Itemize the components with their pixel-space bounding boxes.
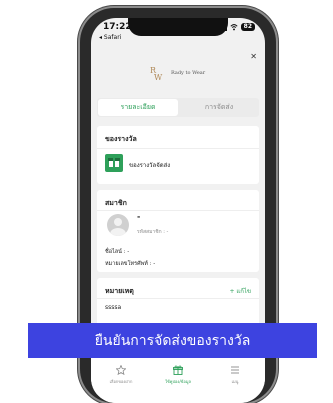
star-icon bbox=[116, 365, 126, 375]
confirm-delivery-banner: ยืนยันการจัดส่งของรางวัล bbox=[28, 323, 317, 358]
note-section-title: หมายเหตุ bbox=[105, 287, 134, 295]
stage: 17:22 ◂ Safari 82 ✕ R W Rady to Wear ราย… bbox=[0, 0, 333, 403]
reward-icon bbox=[105, 154, 123, 172]
divider bbox=[97, 148, 259, 149]
tabbar-item-menu[interactable]: เมนู bbox=[215, 365, 255, 385]
reward-card: ของรางวัล ของรางวัลจัดส่ง bbox=[97, 126, 259, 184]
wifi-icon bbox=[230, 24, 238, 31]
menu-icon bbox=[231, 366, 239, 374]
close-icon[interactable]: ✕ bbox=[250, 52, 257, 61]
edit-note-button[interactable]: + แก้ไข bbox=[229, 286, 251, 296]
svg-text:W: W bbox=[154, 73, 163, 82]
divider bbox=[97, 210, 259, 211]
member-name: - bbox=[137, 212, 141, 221]
tabbar-item-coupons[interactable]: ใช้คูปอง/ข้อมูล bbox=[158, 365, 198, 385]
gift-icon bbox=[173, 365, 183, 375]
tab-details[interactable]: รายละเอียด bbox=[98, 99, 178, 116]
note-value: ssssa bbox=[105, 304, 122, 311]
brand-name: Rady to Wear bbox=[171, 70, 206, 76]
brand-logo: R W Rady to Wear bbox=[149, 64, 205, 82]
member-id: รหัสสมาชิก : - bbox=[137, 229, 169, 235]
package-icon bbox=[108, 158, 120, 167]
back-to-safari-link[interactable]: ◂ Safari bbox=[99, 34, 121, 41]
line-name: ชื่อไลน์ : - bbox=[105, 249, 130, 255]
tabbar-label: เมนู bbox=[231, 379, 239, 384]
user-icon bbox=[110, 218, 126, 236]
avatar bbox=[107, 214, 129, 236]
tabbar-label: ใช้คูปอง/ข้อมูล bbox=[165, 379, 191, 384]
tabbar-label: เลือกของฝาก bbox=[109, 379, 133, 384]
phone-number: หมายเลขโทรศัพท์ : - bbox=[105, 261, 156, 267]
tabbar-item-gifts[interactable]: เลือกของฝาก bbox=[101, 365, 141, 385]
tab-shipping[interactable]: การจัดส่ง bbox=[179, 98, 259, 117]
member-section-title: สมาชิก bbox=[105, 199, 127, 207]
notch bbox=[128, 18, 228, 36]
member-card: สมาชิก - รหัสสมาชิก : - ชื่อไลน์ : - หมา… bbox=[97, 190, 259, 272]
battery-indicator: 82 bbox=[240, 23, 255, 31]
brand-logo-mark: R W bbox=[150, 66, 163, 82]
detail-tabs: รายละเอียด การจัดส่ง bbox=[97, 98, 259, 117]
divider bbox=[97, 298, 259, 299]
reward-item-name: ของรางวัลจัดส่ง bbox=[129, 162, 171, 169]
reward-section-title: ของรางวัล bbox=[105, 135, 137, 143]
